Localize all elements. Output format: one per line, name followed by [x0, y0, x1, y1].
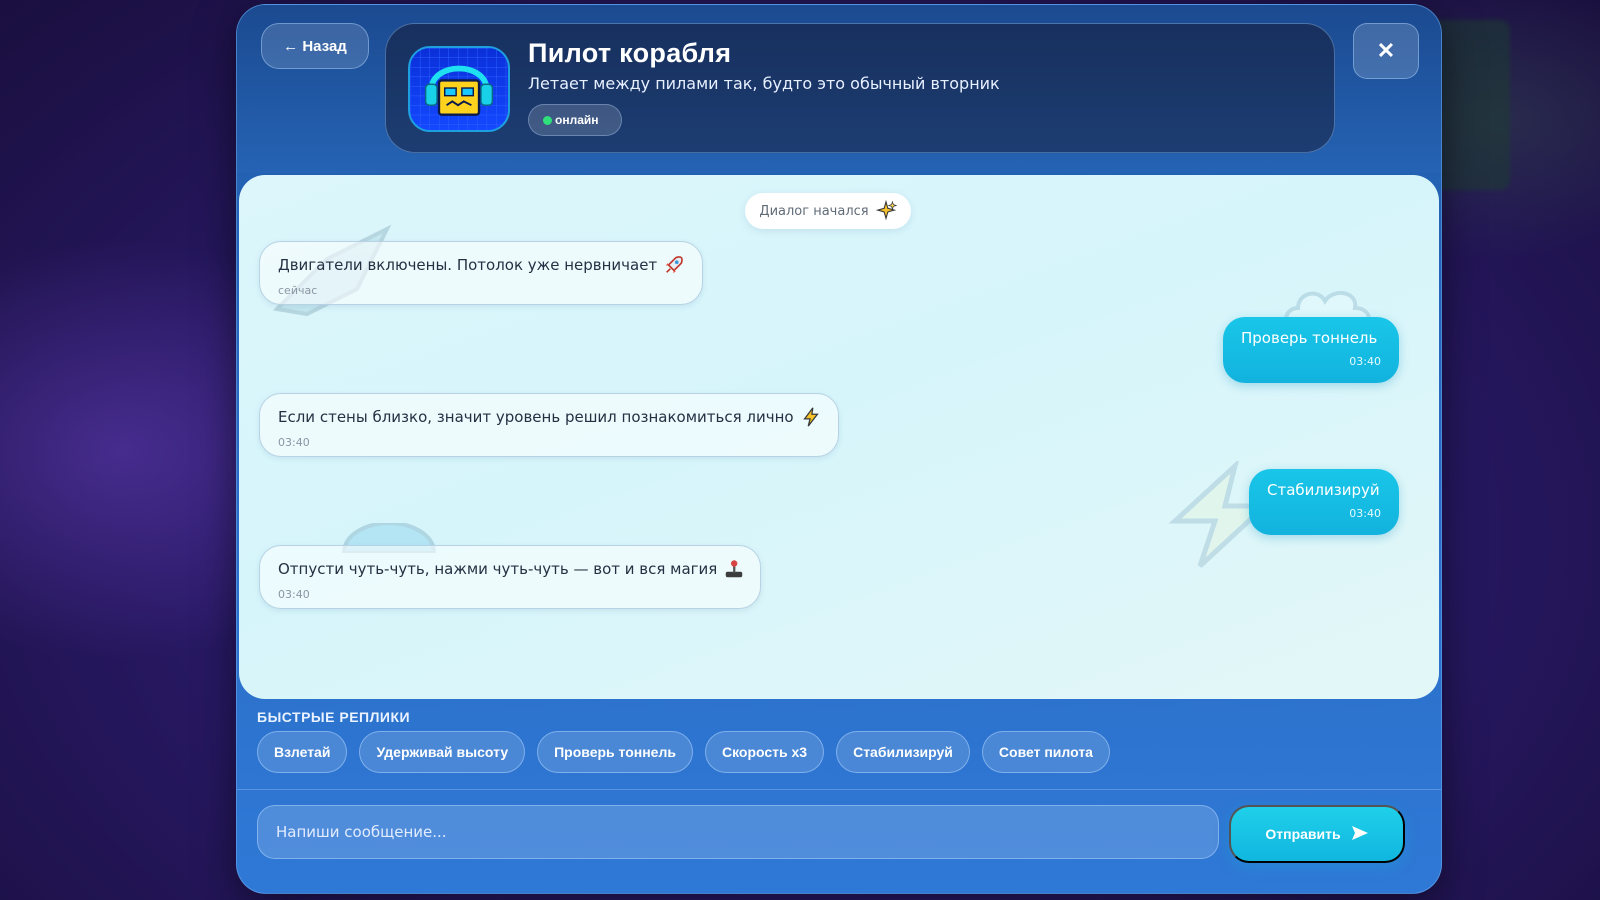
- message-text: Если стены близко, значит уровень решил …: [278, 408, 794, 426]
- close-button[interactable]: ✕: [1353, 23, 1419, 79]
- bot-message: Отпусти чуть-чуть, нажми чуть-чуть — вот…: [259, 545, 761, 609]
- user-message: Проверь тоннель 03:40: [1223, 317, 1399, 383]
- quick-reply-chip[interactable]: Скорость x3: [704, 731, 825, 773]
- quick-reply-chip[interactable]: Удерживай высоту: [359, 731, 526, 773]
- message-time: 03:40: [278, 588, 310, 601]
- user-message: Стабилизируй 03:40: [1249, 469, 1399, 535]
- profile-card: Пилот корабля Летает между пилами так, б…: [385, 23, 1335, 153]
- joystick-icon: [723, 558, 745, 580]
- quick-reply-chip[interactable]: Проверь тоннель: [537, 731, 693, 773]
- send-label: Отправить: [1265, 826, 1341, 842]
- message-time: 03:40: [1349, 355, 1381, 368]
- message-input[interactable]: [257, 805, 1219, 859]
- close-icon: ✕: [1376, 38, 1396, 63]
- quick-replies-title: БЫСТРЫЕ РЕПЛИКИ: [257, 709, 411, 725]
- bot-message: Если стены близко, значит уровень решил …: [259, 393, 839, 457]
- headphones-cube-icon: [408, 46, 510, 132]
- system-message: Диалог начался: [745, 193, 911, 229]
- chat-messages-area[interactable]: Диалог начался Двигатели включены. Потол…: [239, 175, 1439, 699]
- message-text: Отпусти чуть-чуть, нажми чуть-чуть — вот…: [278, 560, 718, 578]
- message-text: Двигатели включены. Потолок уже нервнича…: [278, 256, 658, 274]
- lightning-icon: [800, 406, 822, 428]
- message-text: Проверь тоннель: [1241, 329, 1378, 347]
- send-button[interactable]: Отправить: [1229, 805, 1405, 863]
- system-message-text: Диалог начался: [759, 203, 869, 219]
- message-time: сейчас: [278, 284, 318, 297]
- status-label: онлайн: [555, 113, 599, 127]
- message-time: 03:40: [278, 436, 310, 449]
- profile-name: Пилот корабля: [528, 38, 732, 68]
- profile-description: Летает между пилами так, будто это обычн…: [528, 74, 1000, 93]
- composer-divider: [237, 789, 1441, 790]
- online-dot-icon: [543, 115, 552, 125]
- message-time: 03:40: [1349, 507, 1381, 520]
- bot-message: Двигатели включены. Потолок уже нервнича…: [259, 241, 703, 305]
- quick-replies: Взлетай Удерживай высоту Проверь тоннель…: [257, 731, 1110, 773]
- message-text: Стабилизируй: [1267, 481, 1380, 499]
- status-badge: онлайн: [528, 104, 622, 136]
- quick-reply-chip[interactable]: Стабилизируй: [836, 731, 970, 773]
- send-arrow-icon: [1351, 825, 1369, 844]
- back-button[interactable]: ← Назад: [261, 23, 369, 69]
- chat-window: ← Назад Пилот корабля Летает между пилам…: [236, 4, 1442, 894]
- quick-reply-chip[interactable]: Взлетай: [257, 731, 348, 773]
- rocket-icon: [663, 254, 685, 276]
- sparkles-icon: [875, 200, 897, 222]
- quick-reply-chip[interactable]: Совет пилота: [981, 731, 1110, 773]
